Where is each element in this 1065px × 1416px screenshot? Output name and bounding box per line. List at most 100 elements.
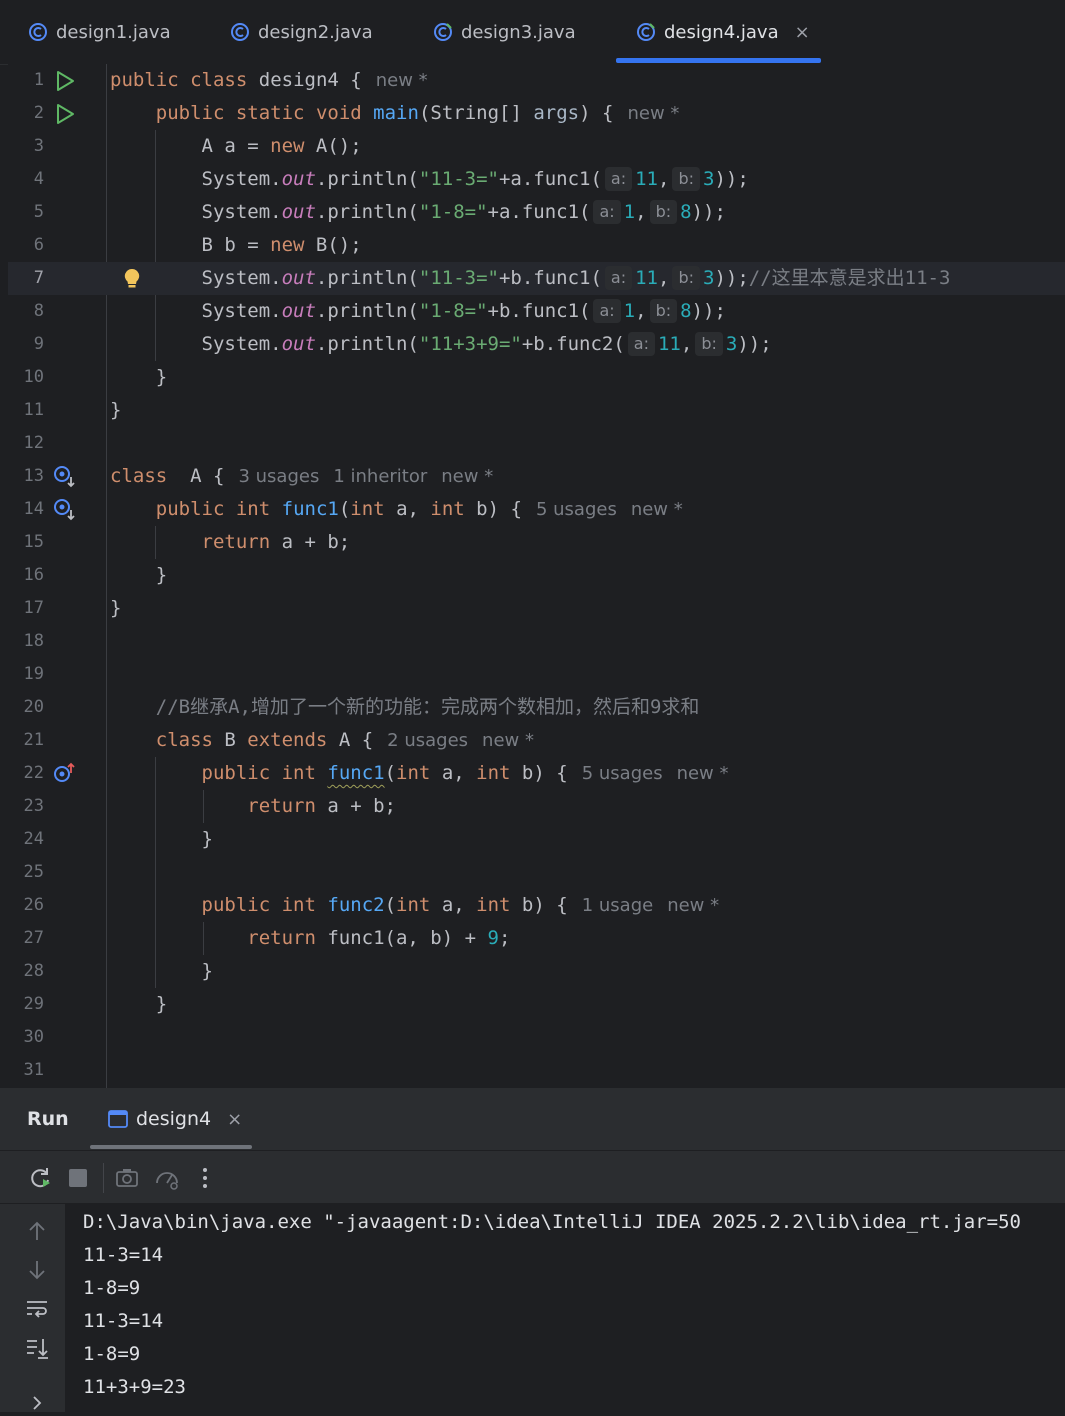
implemented-icon[interactable] [52,497,78,523]
line-number: 21 [23,730,44,750]
line-number: 17 [23,598,44,618]
code-line-10: 10 } [8,361,1065,394]
stop-icon[interactable] [65,1165,91,1191]
code-line-24: 24 } [8,823,1065,856]
tab-design3[interactable]: design3.java [433,0,576,64]
profiler-icon[interactable] [154,1165,180,1191]
tab-design4[interactable]: design4.java × [636,0,810,64]
code-lens[interactable]: 5 usages [536,499,617,520]
active-run-tab-indicator [90,1145,252,1149]
code-lens[interactable]: new * [667,895,719,916]
code-lens[interactable]: 5 usages [582,763,663,784]
arrow-down-icon[interactable] [24,1257,50,1283]
tab-label: design1.java [56,21,171,43]
line-number: 16 [23,565,44,585]
java-class-icon [637,23,655,41]
line-number: 22 [23,763,44,783]
code-lens[interactable]: new * [677,763,729,784]
code-line-29: 29 } [8,988,1065,1021]
run-gutter-icon[interactable] [52,101,78,127]
line-number: 27 [23,928,44,948]
run-toolbar [0,1151,1065,1204]
run-tab-label: design4 [136,1108,212,1130]
line-number: 2 [33,103,44,123]
arrow-up-icon[interactable] [24,1218,50,1244]
code-lens[interactable]: new * [627,103,679,124]
code-line-28: 28 } [8,955,1065,988]
tab-design2[interactable]: design2.java [230,0,373,64]
console-output[interactable]: D:\Java\bin\java.exe "-javaagent:D:\idea… [65,1204,1065,1412]
line-number: 25 [23,862,44,882]
close-icon[interactable]: × [227,1109,242,1130]
console-line: D:\Java\bin\java.exe "-javaagent:D:\idea… [83,1211,1021,1233]
console-line: 11-3=14 [83,1310,164,1332]
line-number: 6 [33,235,44,255]
console-icon [108,1110,128,1128]
param-hint: a: [627,332,655,356]
java-class-icon [29,23,47,41]
line-number: 8 [33,301,44,321]
tab-design1[interactable]: design1.java [28,0,171,64]
line-number: 31 [23,1060,44,1080]
toolbar-separator [103,1163,104,1193]
line-number: 3 [33,136,44,156]
line-number: 1 [33,70,44,90]
line-number: 29 [23,994,44,1014]
line-number: 30 [23,1027,44,1047]
code-line-9: 9 System.out.println("11+3+9="+b.func2(a… [8,328,1065,361]
code-lens[interactable]: 2 usages [387,730,468,751]
param-hint: a: [593,200,621,224]
param-hint: a: [604,167,633,191]
overrides-icon[interactable] [52,761,78,787]
code-lens[interactable]: 3 usages [238,466,319,487]
code-line-2: 2 public static void main(String[] args)… [8,97,1065,130]
line-number: 19 [23,664,44,684]
line-number: 15 [23,532,44,552]
line-number: 12 [23,433,44,453]
code-line-3: 3 A a = new A(); [8,130,1065,163]
code-lens[interactable]: new * [482,730,534,751]
code-lens[interactable]: 1 usage [582,895,654,916]
line-number: 9 [33,334,44,354]
console-side-toolbar [0,1204,65,1412]
run-title: Run [27,1108,69,1130]
code-lens[interactable]: new * [376,70,428,91]
tab-label: design2.java [258,21,373,43]
param-hint: b: [672,266,700,290]
console-line: 11-3=14 [83,1244,164,1266]
run-tool-window-header: Run design4 × [0,1088,1065,1151]
scroll-to-end-icon[interactable] [24,1335,50,1361]
line-number: 11 [23,400,44,420]
code-line-21: 21 class B extends A {2 usages new * [8,724,1065,757]
soft-wrap-icon[interactable] [24,1296,50,1322]
code-comment: //这里本意是求出11-3 [748,267,951,289]
param-hint: b: [649,299,678,323]
implemented-icon[interactable] [52,464,78,490]
close-icon[interactable]: × [795,22,810,43]
line-number: 10 [23,367,44,387]
code-line-7: 7 System.out.println("11-3="+b.func1(a: 1… [8,262,1065,295]
screenshot-icon[interactable] [114,1165,140,1191]
param-hint: b: [695,332,723,356]
code-line-17: 17 } [8,592,1065,625]
code-line-11: 11 } [8,394,1065,427]
run-gutter-icon[interactable] [52,68,78,94]
line-number: 18 [23,631,44,651]
editor-tab-bar: design1.java design2.java design3.java d… [0,0,1065,65]
rerun-icon[interactable] [27,1165,53,1191]
chevron-right-icon[interactable] [24,1390,50,1416]
code-line-13: 13 class A {3 usages 1 inheritor new * [8,460,1065,493]
more-icon[interactable] [192,1165,218,1191]
code-line-30: 30 [8,1021,1065,1054]
code-lens[interactable]: new * [631,499,683,520]
console-line: 11+3+9=23 [83,1376,186,1398]
code-lens[interactable]: 1 inheritor [333,466,427,487]
code-line-1: 1 public class design4 {new * [8,64,1065,97]
param-hint: a: [593,299,621,323]
run-tab-design4[interactable]: design4 × [108,1088,242,1150]
code-editor[interactable]: 1 public class design4 {new * 2 public s… [8,64,1065,1088]
line-number: 28 [23,961,44,981]
code-line-14: 14 public int func1(int a, int b) {5 usa… [8,493,1065,526]
code-lens[interactable]: new * [441,466,493,487]
code-line-12: 12 [8,427,1065,460]
